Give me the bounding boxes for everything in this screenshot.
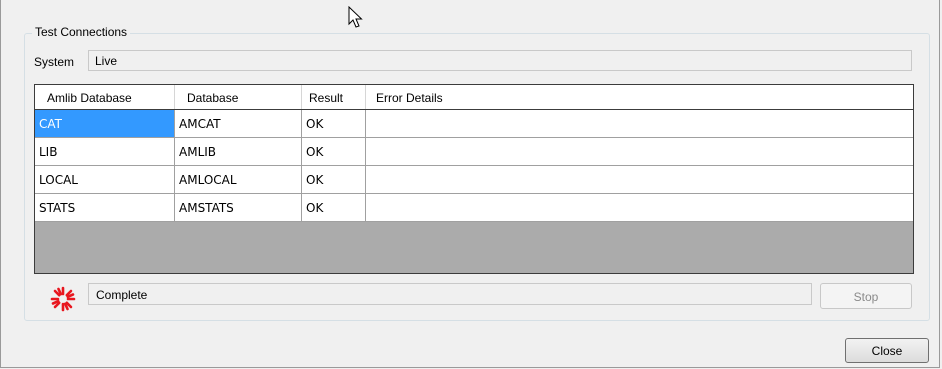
table-row[interactable]: STATS AMSTATS OK <box>35 194 913 222</box>
column-header-amlib-database[interactable]: Amlib Database <box>35 85 175 109</box>
cell-amlib-database[interactable]: CAT <box>35 110 175 137</box>
cell-result[interactable]: OK <box>302 166 366 193</box>
cell-database[interactable]: AMSTATS <box>175 194 302 221</box>
system-label: System <box>34 55 75 69</box>
cell-result[interactable]: OK <box>302 138 366 165</box>
cell-database[interactable]: AMLOCAL <box>175 166 302 193</box>
cell-error-details[interactable] <box>366 110 913 137</box>
cell-result[interactable]: OK <box>302 194 366 221</box>
column-header-error-details[interactable]: Error Details <box>366 85 913 109</box>
cell-amlib-database[interactable]: LOCAL <box>35 166 175 193</box>
cell-database[interactable]: AMCAT <box>175 110 302 137</box>
cell-amlib-database[interactable]: LIB <box>35 138 175 165</box>
spinner-icon <box>50 286 76 312</box>
stop-button[interactable]: Stop <box>820 283 912 309</box>
table-row[interactable]: CAT AMCAT OK <box>35 110 913 138</box>
mouse-cursor-icon <box>348 6 363 28</box>
cell-amlib-database[interactable]: STATS <box>35 194 175 221</box>
column-header-database[interactable]: Database <box>175 85 302 109</box>
column-header-result[interactable]: Result <box>302 85 366 109</box>
groupbox-title: Test Connections <box>32 25 131 39</box>
system-field: Live <box>88 50 912 71</box>
cell-error-details[interactable] <box>366 138 913 165</box>
grid-header: Amlib Database Database Result Error Det… <box>35 85 913 110</box>
table-row[interactable]: LIB AMLIB OK <box>35 138 913 166</box>
table-row[interactable]: LOCAL AMLOCAL OK <box>35 166 913 194</box>
status-field: Complete <box>88 283 812 305</box>
cell-database[interactable]: AMLIB <box>175 138 302 165</box>
cell-result[interactable]: OK <box>302 110 366 137</box>
cell-error-details[interactable] <box>366 166 913 193</box>
cell-error-details[interactable] <box>366 194 913 221</box>
close-button[interactable]: Close <box>845 338 929 363</box>
connections-grid[interactable]: Amlib Database Database Result Error Det… <box>34 84 914 274</box>
